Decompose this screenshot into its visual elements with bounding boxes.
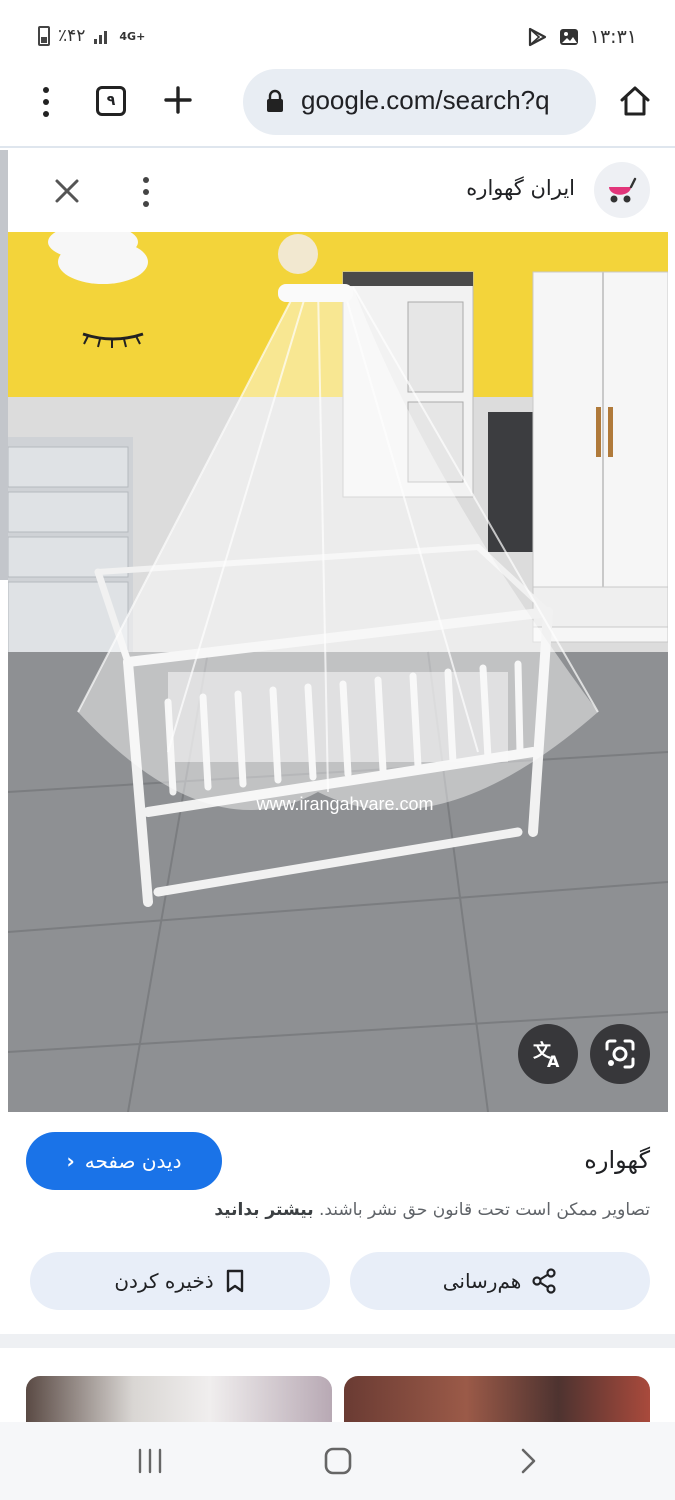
image-watermark: www.irangahvare.com [255,794,433,814]
tab-switcher-button[interactable]: ۹ [96,86,126,116]
network-type: 4G+ [119,29,146,43]
system-navigation-bar [0,1422,675,1500]
home-button-icon[interactable] [318,1442,358,1480]
learn-more-link[interactable]: بیشتر بدانید [214,1200,313,1220]
visit-page-button[interactable]: دیدن صفحه ‹ [26,1132,222,1190]
image-viewer-sheet: ایران گهواره www.irangahvare.com 文 A دید… [0,150,675,1422]
back-arrow-icon[interactable] [508,1442,548,1480]
close-icon[interactable] [48,172,86,210]
related-image-thumbnail[interactable] [344,1376,650,1422]
lens-icon[interactable] [590,1024,650,1084]
main-image[interactable]: www.irangahvare.com 文 A [8,232,668,1112]
section-divider [0,1334,675,1348]
more-options-icon[interactable] [132,174,160,210]
sheet-scroll-indicator [0,150,8,580]
svg-text:A: A [547,1052,560,1071]
bookmark-icon [226,1269,243,1293]
clock: ۱۳:۳۱ [589,26,637,48]
result-title: گهواره [584,1146,650,1174]
browser-menu-icon[interactable] [30,82,62,122]
status-bar: ٪۴۲ 4G+ ۱۳:۳۱ [0,0,675,72]
copyright-notice: تصاویر ممکن است تحت قانون حق نشر باشند. … [214,1200,650,1220]
translate-icon[interactable]: 文 A [518,1024,578,1084]
save-button[interactable]: ذخیره کردن [30,1252,330,1310]
source-header: ایران گهواره [8,150,675,232]
share-button[interactable]: هم‌رسانی [350,1252,650,1310]
url-text: google.com/search?q [301,85,550,115]
status-left: ٪۴۲ 4G+ [38,26,145,46]
source-name[interactable]: ایران گهواره [466,176,575,200]
status-right: ۱۳:۳۱ [526,26,637,48]
battery-icon [38,26,50,46]
recent-apps-icon[interactable] [130,1442,170,1480]
signal-icon [94,31,108,44]
crib-photo: www.irangahvare.com [8,232,668,1112]
gallery-icon [559,29,578,45]
browser-toolbar: ۹ google.com/search?q [0,66,675,148]
battery-level: ٪۴۲ [58,26,86,46]
share-icon [532,1268,556,1294]
address-bar[interactable]: google.com/search?q [243,69,596,135]
share-label: هم‌رسانی [442,1269,522,1293]
new-tab-plus-icon[interactable] [160,80,196,120]
home-icon[interactable] [616,82,654,120]
chevron-left-icon: ‹ [66,1149,75,1173]
result-info: دیدن صفحه ‹ گهواره تصاویر ممکن است تحت ق… [0,1112,675,1334]
visit-page-label: دیدن صفحه [84,1149,182,1173]
lock-icon [267,89,283,112]
source-logo-icon[interactable] [594,162,650,218]
related-image-thumbnail[interactable] [26,1376,332,1422]
save-label: ذخیره کردن [114,1269,214,1293]
play-protect-icon [528,27,546,47]
copyright-text: تصاویر ممکن است تحت قانون حق نشر باشند. [318,1200,650,1220]
